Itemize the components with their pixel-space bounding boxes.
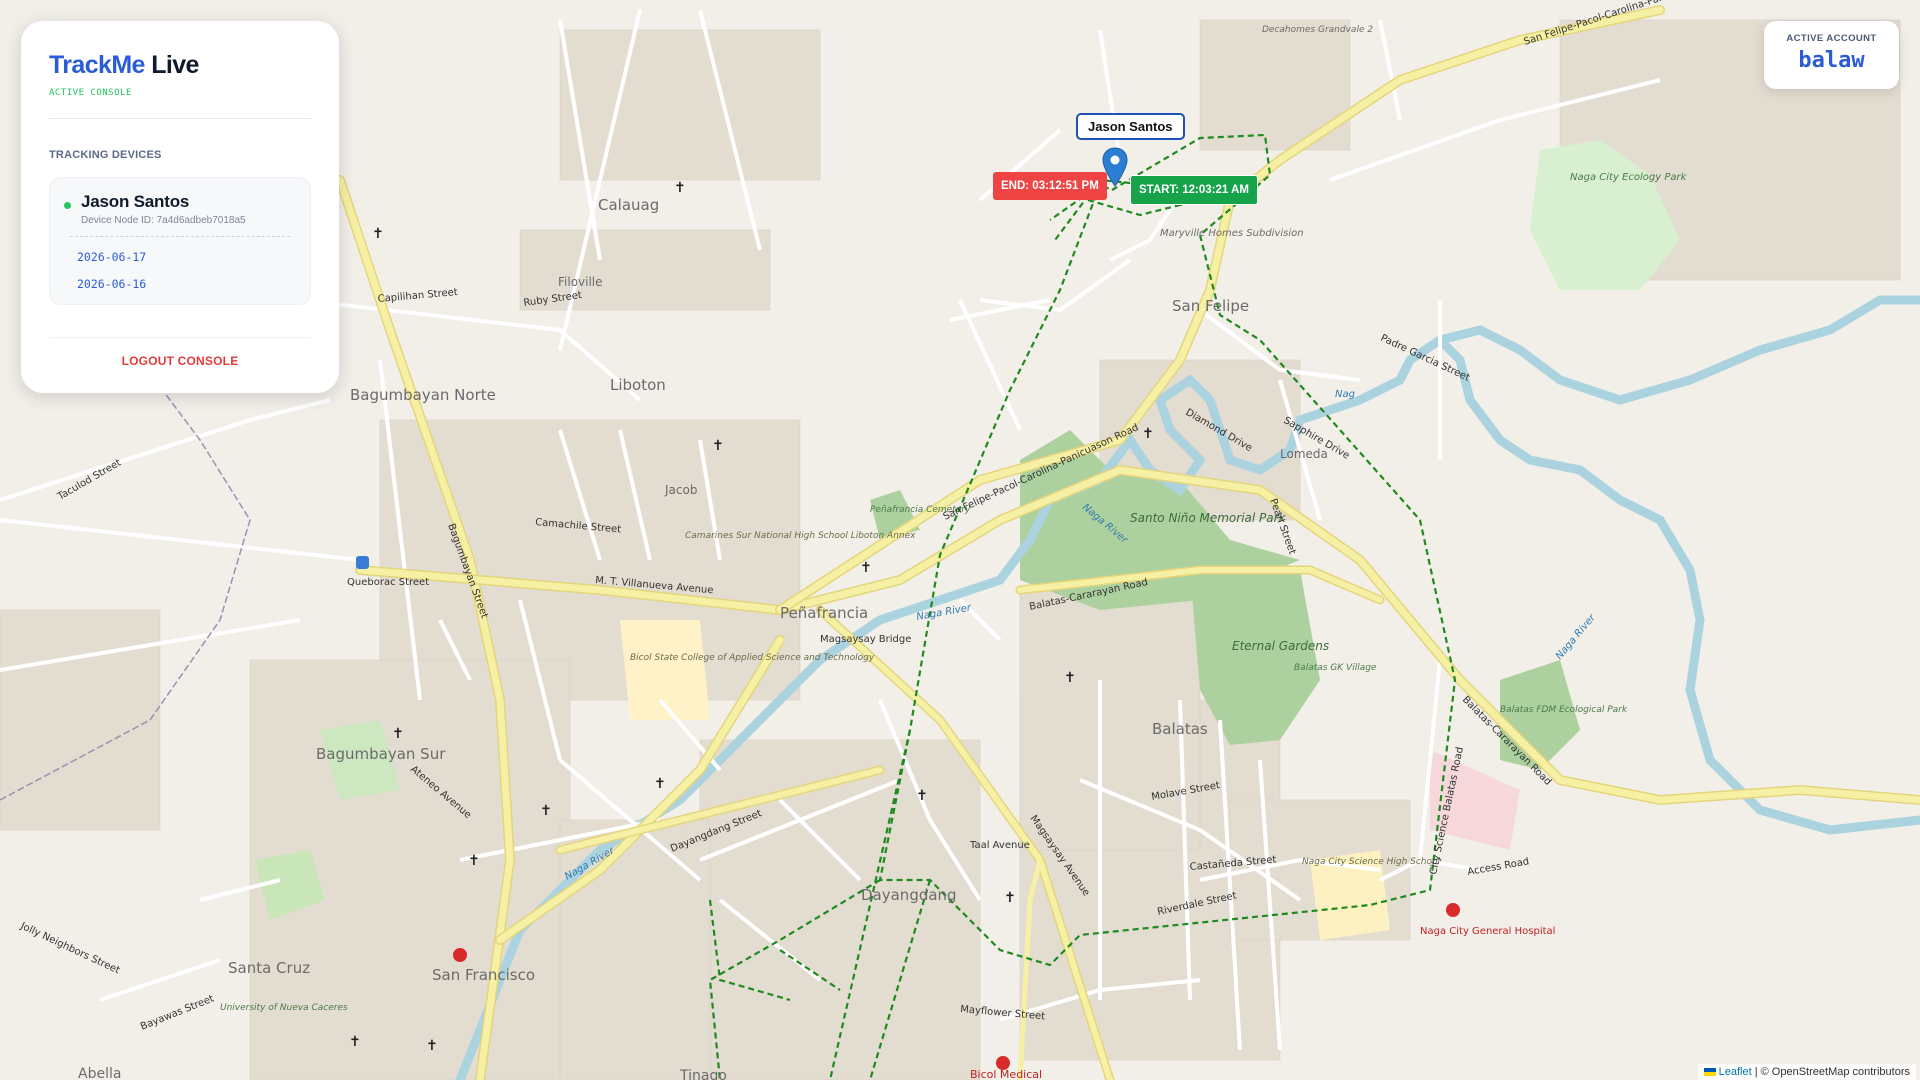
label-magsaysay-bridge: Magsaysay Bridge	[820, 634, 911, 645]
divider	[49, 337, 311, 338]
label-jacob: Jacob	[664, 483, 697, 497]
svg-text:✝: ✝	[372, 226, 384, 242]
label-naga-hospital: Naga City General Hospital	[1420, 926, 1555, 937]
label-maryville: Maryville Homes Subdivision	[1160, 228, 1304, 239]
svg-text:✝: ✝	[1004, 890, 1016, 906]
svg-text:✝: ✝	[349, 1034, 361, 1050]
label-decahomes: Decahomes Grandvale 2	[1262, 25, 1373, 35]
device-name: Jason Santos	[81, 192, 190, 211]
label-dayangdang: Dayangdang	[861, 886, 957, 904]
svg-text:✝: ✝	[860, 560, 872, 576]
svg-text:✝: ✝	[712, 438, 724, 454]
label-santa-cruz: Santa Cruz	[228, 959, 310, 977]
label-liboton: Liboton	[610, 376, 666, 394]
marker-name-label[interactable]: Jason Santos	[1076, 113, 1185, 140]
svg-text:✝: ✝	[916, 788, 928, 804]
account-badge[interactable]: ACTIVE ACCOUNT balaw	[1764, 21, 1899, 89]
label-bagumbayan-norte: Bagumbayan Norte	[350, 386, 496, 404]
route-start-tag[interactable]: START: 12:03:21 AM	[1130, 175, 1258, 205]
console-status: ACTIVE CONSOLE	[49, 88, 132, 98]
label-univ-nueva: University of Nueva Caceres	[220, 1003, 348, 1013]
label-san-felipe: San Felipe	[1172, 297, 1249, 315]
label-tinago: Tinago	[679, 1068, 727, 1080]
svg-text:✝: ✝	[392, 726, 404, 742]
label-penafrancia: Peñafrancia	[780, 604, 868, 622]
label-san-francisco: San Francisco	[432, 966, 535, 984]
label-balatas: Balatas	[1152, 720, 1208, 738]
date-link-2026-06-17[interactable]: 2026-06-17	[77, 250, 298, 264]
label-bagumbayan-sur: Bagumbayan Sur	[316, 745, 446, 763]
svg-text:✝: ✝	[540, 803, 552, 819]
svg-text:✝: ✝	[654, 776, 666, 792]
label-bicol-medical: Bicol Medical	[970, 1068, 1042, 1080]
sidebar-panel: TrackMe Live ACTIVE CONSOLE TRACKING DEV…	[21, 21, 339, 393]
label-eternal-gardens: Eternal Gardens	[1232, 639, 1329, 653]
ukraine-flag-icon	[1703, 1068, 1716, 1077]
label-abella: Abella	[78, 1066, 121, 1080]
label-balatas-fdm: Balatas FDM Ecological Park	[1500, 705, 1628, 715]
leaflet-link[interactable]: Leaflet	[1719, 1066, 1752, 1078]
label-lomeda: Lomeda	[1280, 447, 1328, 461]
device-info: Jason Santos Device Node ID: 7a4d6adbeb7…	[81, 192, 246, 226]
svg-text:✝: ✝	[426, 1038, 438, 1054]
label-taal: Taal Avenue	[969, 840, 1030, 851]
svg-text:✝: ✝	[468, 853, 480, 869]
device-row: Jason Santos Device Node ID: 7a4d6adbeb7…	[62, 192, 298, 226]
label-calauag: Calauag	[598, 196, 659, 214]
dashed-divider	[70, 236, 290, 237]
label-filoville: Filoville	[558, 275, 603, 289]
map-attribution: Leaflet | © OpenStreetMap contributors	[1697, 1064, 1916, 1080]
device-card[interactable]: Jason Santos Device Node ID: 7a4d6adbeb7…	[49, 177, 311, 305]
label-camarines-sur: Camarines Sur National High School Libot…	[685, 531, 916, 541]
app-title: TrackMe Live	[49, 51, 311, 80]
location-pin-icon[interactable]	[1102, 147, 1128, 187]
route-end-tag[interactable]: END: 03:12:51 PM	[993, 172, 1107, 200]
label-naga-ecology: Naga City Ecology Park	[1570, 172, 1688, 183]
label-balatas-gk: Balatas GK Village	[1294, 663, 1377, 673]
account-label: ACTIVE ACCOUNT	[1786, 33, 1877, 44]
svg-text:✝: ✝	[674, 180, 686, 196]
divider	[49, 118, 311, 119]
label-quebrac: Queborac Street	[347, 577, 429, 588]
svg-text:✝: ✝	[1142, 426, 1154, 442]
logout-button[interactable]: LOGOUT CONSOLE	[49, 354, 311, 368]
date-link-2026-06-16[interactable]: 2026-06-16	[77, 277, 298, 291]
svg-text:✝: ✝	[1064, 670, 1076, 686]
attribution-text: | © OpenStreetMap contributors	[1754, 1066, 1910, 1078]
label-nag: Nag	[1335, 389, 1355, 400]
tracking-devices-heading: TRACKING DEVICES	[49, 149, 162, 161]
label-santo-nino: Santo Niño Memorial Park	[1130, 511, 1287, 525]
label-naga-science: Naga City Science High School	[1302, 857, 1441, 867]
device-node-id: Device Node ID: 7a4d6adbeb7018a5	[81, 215, 246, 226]
account-username: balaw	[1798, 48, 1865, 73]
label-bicol-state: Bicol State College of Applied Science a…	[630, 653, 875, 663]
app-title-part1: TrackMe	[49, 51, 145, 79]
online-status-dot	[64, 202, 71, 209]
app-title-part2: Live	[151, 51, 199, 79]
